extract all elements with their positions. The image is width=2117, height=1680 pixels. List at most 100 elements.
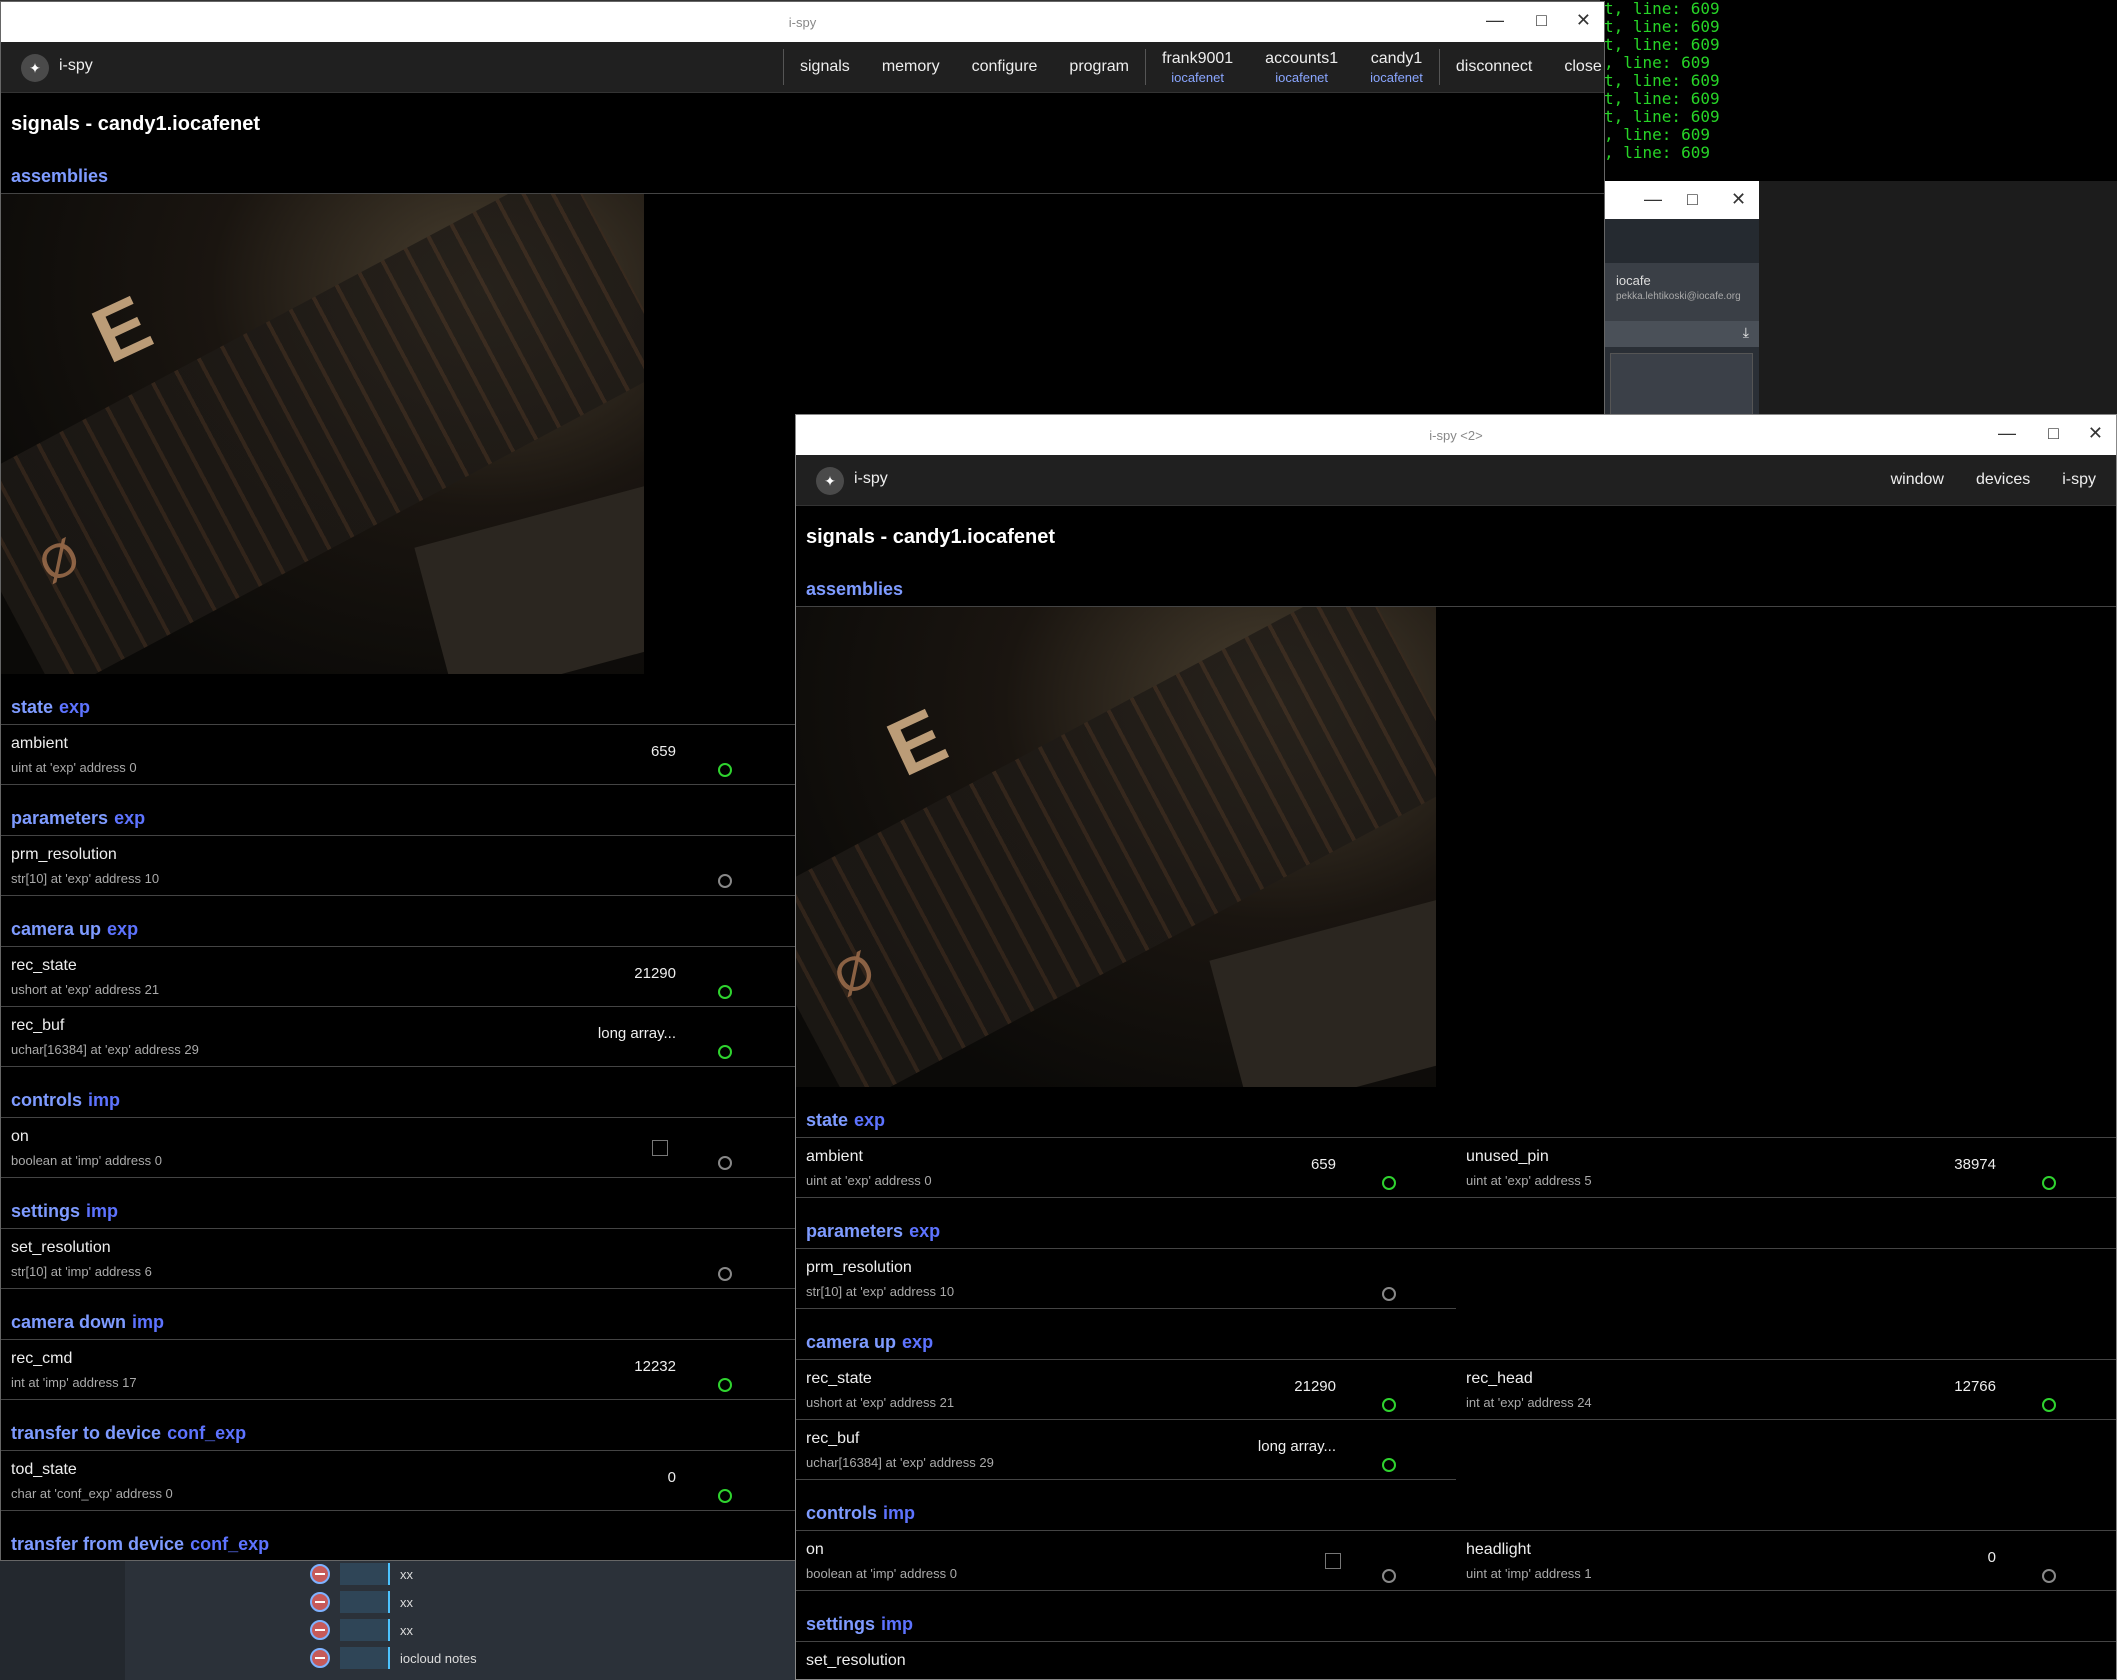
terminal-line: , line: 609	[1604, 53, 1710, 72]
menu-ispy[interactable]: i-spy	[2046, 471, 2112, 489]
signal-name: rec_buf	[11, 1017, 65, 1034]
account-panel[interactable]: iocafe pekka.lehtikoski@iocafe.org	[1604, 263, 1759, 321]
assemblies-header: assemblies	[1, 153, 1604, 194]
maximize-icon[interactable]: □	[1536, 10, 1547, 31]
ispy-logo-icon[interactable]: ✦	[816, 467, 844, 495]
section-header: settings imp	[1, 1188, 796, 1229]
on-checkbox[interactable]	[1325, 1553, 1341, 1569]
signal-row[interactable]: rec_head int at 'exp' address 24 12766	[1456, 1360, 2116, 1420]
signal-value: 12232	[634, 1358, 676, 1375]
minimize-icon[interactable]: —	[1998, 423, 2016, 444]
window-titlebar[interactable]: i-spy — □ ✕	[1, 2, 1604, 42]
signal-row[interactable]: on boolean at 'imp' address 0	[796, 1531, 1456, 1591]
menu-window[interactable]: window	[1875, 471, 1960, 489]
signal-name: ambient	[11, 735, 68, 752]
status-ok-icon	[2042, 1398, 2056, 1412]
disconnect-button[interactable]: disconnect	[1440, 58, 1549, 76]
status-ok-icon	[718, 1378, 732, 1392]
section-header: transfer to device conf_exp	[1, 1410, 796, 1451]
item-marker	[340, 1647, 390, 1669]
item-marker	[340, 1563, 390, 1585]
page-title: signals - candy1.iocafenet	[806, 526, 1055, 548]
camera-image: EØ	[796, 607, 1436, 1087]
window-title: i-spy	[788, 15, 817, 30]
app-name: i-spy	[854, 470, 888, 487]
maximize-icon[interactable]: □	[2048, 423, 2059, 444]
signal-name: set_resolution	[11, 1239, 111, 1256]
signal-desc: uchar[16384] at 'exp' address 29	[11, 1042, 199, 1057]
status-ok-icon	[1382, 1398, 1396, 1412]
app-toolbar: ✦ i-spy window devices i-spy	[796, 455, 2116, 506]
section-header: controls imp	[1, 1077, 796, 1118]
device-accounts1[interactable]: accounts1 iocafenet	[1249, 50, 1354, 85]
nav-memory[interactable]: memory	[866, 58, 956, 76]
bg-window-toolbar	[1604, 219, 1759, 263]
close-icon[interactable]: ✕	[2088, 423, 2103, 444]
signal-desc: str[10] at 'imp' address 6	[11, 1264, 152, 1279]
bg-window-content-box	[1610, 353, 1753, 415]
section-header: state exp	[796, 1097, 2116, 1138]
signal-row[interactable]: on boolean at 'imp' address 0	[1, 1118, 796, 1178]
device-frank9001[interactable]: frank9001 iocafenet	[1146, 50, 1249, 85]
signal-grid-row: ambient uint at 'exp' address 0 659 unus…	[796, 1138, 2116, 1198]
signal-row[interactable]: prm_resolution str[10] at 'exp' address …	[796, 1249, 1456, 1309]
device-candy1[interactable]: candy1 iocafenet	[1354, 50, 1439, 85]
menu-devices[interactable]: devices	[1960, 471, 2046, 489]
status-ok-icon	[1382, 1458, 1396, 1472]
assemblies-header: assemblies	[796, 566, 2116, 607]
signal-row[interactable]: ambient uint at 'exp' address 0 659	[1, 725, 796, 785]
signal-grid-row: set_resolution	[796, 1642, 2116, 1679]
signal-row[interactable]: unused_pin uint at 'exp' address 5 38974	[1456, 1138, 2116, 1198]
bottom-panel-side	[0, 1560, 125, 1680]
account-name: iocafe	[1616, 273, 1651, 288]
signal-desc: boolean at 'imp' address 0	[11, 1153, 162, 1168]
close-button[interactable]: close	[1548, 58, 1604, 76]
signal-name: prm_resolution	[11, 846, 117, 863]
status-ok-icon	[718, 1045, 732, 1059]
nav-signals[interactable]: signals	[784, 58, 866, 76]
background-window[interactable]: — □ ✕ iocafe pekka.lehtikoski@iocafe.org…	[1603, 181, 1759, 416]
signal-row[interactable]: rec_state ushort at 'exp' address 21 212…	[796, 1360, 1456, 1420]
section-header: camera up exp	[796, 1319, 2116, 1360]
signal-desc: ushort at 'exp' address 21	[11, 982, 160, 997]
signal-row[interactable]: rec_state ushort at 'exp' address 21 212…	[1, 947, 796, 1007]
list-item[interactable]: xx	[310, 1589, 413, 1615]
signal-row[interactable]: rec_buf uchar[16384] at 'exp' address 29…	[1, 1007, 796, 1067]
signal-desc: uint at 'exp' address 0	[11, 760, 137, 775]
maximize-icon[interactable]: □	[1687, 189, 1698, 210]
status-idle-icon	[718, 1267, 732, 1281]
terminal-line: t, line: 609	[1604, 107, 1720, 126]
status-ok-icon	[718, 985, 732, 999]
list-item[interactable]: iocloud notes	[310, 1645, 477, 1671]
signal-row[interactable]: set_resolution	[796, 1642, 1456, 1679]
signal-name: rec_cmd	[11, 1350, 73, 1367]
signal-row[interactable]: tod_state char at 'conf_exp' address 0 0	[1, 1451, 796, 1511]
nav-program[interactable]: program	[1053, 58, 1145, 76]
signal-row[interactable]: headlight uint at 'imp' address 1 0	[1456, 1531, 2116, 1591]
status-idle-icon	[2042, 1569, 2056, 1583]
close-icon[interactable]: ✕	[1576, 10, 1591, 31]
nav-configure[interactable]: configure	[956, 58, 1054, 76]
list-item[interactable]: xx	[310, 1617, 413, 1643]
section-header: transfer from device conf_exp	[1, 1521, 796, 1560]
signal-row[interactable]: prm_resolution str[10] at 'exp' address …	[1, 836, 796, 896]
signal-value: 659	[650, 743, 676, 760]
minimize-icon[interactable]: —	[1486, 10, 1504, 31]
ispy-logo-icon[interactable]: ✦	[21, 54, 49, 82]
download-icon[interactable]: ⤓	[1743, 324, 1749, 341]
on-checkbox[interactable]	[652, 1140, 668, 1156]
ispy-window-2[interactable]: i-spy <2> — □ ✕ ✦ i-spy window devices i…	[795, 414, 2117, 1680]
window-titlebar[interactable]: i-spy <2> — □ ✕	[796, 415, 2116, 455]
close-icon[interactable]: ✕	[1731, 189, 1746, 210]
status-ok-icon	[1382, 1176, 1396, 1190]
signal-grid-rows: rec_state ushort at 'exp' address 21 212…	[796, 1360, 2116, 1480]
minimize-icon[interactable]: —	[1644, 189, 1662, 210]
bg-window-titlebar[interactable]: — □ ✕	[1604, 181, 1759, 219]
signal-row[interactable]: rec_buf uchar[16384] at 'exp' address 29…	[796, 1420, 1456, 1480]
signal-row[interactable]: rec_cmd int at 'imp' address 17 12232	[1, 1340, 796, 1400]
status-idle-icon	[1382, 1569, 1396, 1583]
list-item[interactable]: xx	[310, 1561, 413, 1587]
signal-value: 21290	[634, 965, 676, 982]
signal-row[interactable]: set_resolution str[10] at 'imp' address …	[1, 1229, 796, 1289]
signal-row[interactable]: ambient uint at 'exp' address 0 659	[796, 1138, 1456, 1198]
